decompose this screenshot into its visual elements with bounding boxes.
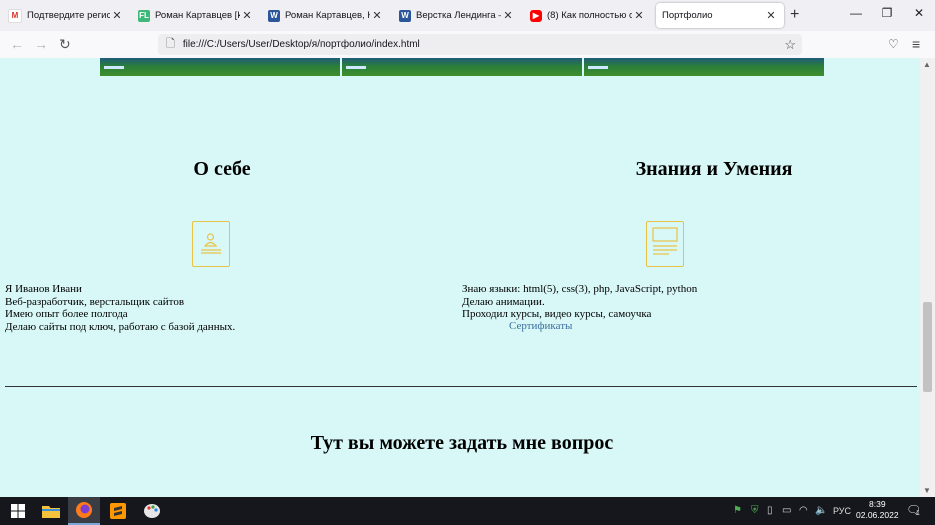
close-tab-icon[interactable]: ✕ — [240, 9, 254, 22]
shield-icon[interactable]: ⛨ — [751, 505, 759, 516]
tab-strip: M Подтвердите регистрацию ✕ FL Роман Кар… — [0, 0, 935, 31]
tab-word-2[interactable]: W Верстка Лендинга — Фр ✕ — [393, 3, 521, 28]
firefox-icon — [76, 502, 92, 518]
tab-title: (8) Как полностью скача — [547, 10, 632, 21]
device-icon[interactable]: ▯ — [767, 505, 773, 516]
palette-icon — [144, 504, 160, 518]
profile-card-icon — [192, 221, 230, 267]
restore-icon[interactable]: ❐ — [877, 6, 897, 20]
skills-text: Знаю языки: html(5), css(3), php, JavaSc… — [462, 283, 697, 321]
tab-fl[interactable]: FL Роман Картавцев [krd56] ✕ — [132, 3, 260, 28]
url-bar[interactable]: 🗋 file:///C:/Users/User/Desktop/я/портфо… — [158, 34, 802, 55]
page-content: О себе Я Иванов Ивани Веб-разработчик, в… — [0, 58, 920, 497]
battery-icon[interactable]: ▭ — [782, 505, 791, 516]
scroll-thumb[interactable] — [923, 302, 932, 392]
menu-icon[interactable]: ≡ — [912, 36, 920, 52]
about-line: Я Иванов Ивани — [5, 283, 82, 295]
word-icon: W — [268, 9, 280, 22]
about-line: Делаю сайты под ключ, работаю с базой да… — [5, 320, 236, 333]
about-title: О себе — [193, 158, 251, 180]
gmail-icon: M — [8, 8, 22, 23]
close-tab-icon[interactable]: ✕ — [632, 9, 646, 22]
windows-icon — [11, 504, 25, 518]
pocket-icon[interactable]: ♡ — [888, 37, 899, 51]
portfolio-thumbnail[interactable] — [342, 58, 582, 76]
wifi-icon[interactable]: ◠ — [799, 505, 808, 516]
tab-gmail[interactable]: M Подтвердите регистрацию ✕ — [2, 3, 130, 28]
notification-count: 1 — [916, 510, 920, 517]
back-icon[interactable]: ← — [10, 36, 24, 52]
clock-date: 02.06.2022 — [856, 510, 899, 520]
question-title: Тут вы можете задать мне вопрос — [310, 432, 614, 454]
reload-icon[interactable]: ↻ — [59, 36, 71, 53]
portfolio-thumbnail[interactable] — [584, 58, 824, 76]
bookmark-star-icon[interactable]: ☆ — [784, 37, 796, 53]
certificates-link[interactable]: Сертификаты — [509, 320, 572, 332]
document-card-icon — [646, 221, 684, 267]
language-indicator[interactable]: РУС — [833, 506, 851, 516]
close-tab-icon[interactable]: ✕ — [370, 9, 384, 22]
minimize-icon[interactable]: — — [846, 6, 866, 20]
file-icon: 🗋 — [166, 38, 175, 50]
sublime-text-button[interactable] — [102, 497, 134, 525]
skills-title: Знания и Умения — [635, 158, 793, 180]
tab-title: Подтвердите регистрацию — [27, 10, 110, 21]
file-explorer-button[interactable] — [35, 497, 67, 525]
navigation-bar: ← → ↻ 🗋 file:///C:/Users/User/Desktop/я/… — [0, 31, 935, 59]
tab-title: Верстка Лендинга — Фр — [416, 10, 501, 21]
divider — [5, 386, 917, 387]
portfolio-thumbnail[interactable] — [100, 58, 340, 76]
skills-line: Знаю языки: html(5), css(3), php, JavaSc… — [462, 283, 698, 295]
flag-icon[interactable]: ⚑ — [733, 505, 742, 516]
paint-app-button[interactable] — [136, 497, 168, 525]
scroll-up-icon[interactable]: ▲ — [923, 60, 931, 69]
tab-title: Роман Картавцев [krd56] — [155, 10, 240, 21]
scroll-down-icon[interactable]: ▼ — [923, 486, 931, 495]
youtube-icon: ▶ — [530, 9, 542, 22]
clock[interactable]: 8:39 02.06.2022 — [856, 499, 899, 521]
folder-icon — [42, 506, 60, 518]
start-button[interactable] — [2, 497, 34, 525]
volume-icon[interactable]: 🔈 — [815, 505, 827, 516]
fl-icon: FL — [138, 9, 150, 22]
skills-line: Делаю анимации. — [462, 295, 545, 308]
scrollbar[interactable]: ▲ ▼ — [920, 58, 935, 497]
about-line: Имею опыт более полгода — [5, 308, 128, 320]
forward-icon[interactable]: → — [34, 36, 48, 52]
sublime-text-icon — [110, 503, 126, 519]
clock-time: 8:39 — [869, 499, 886, 509]
close-tab-icon[interactable]: ✕ — [501, 9, 515, 22]
tab-portfolio[interactable]: Портфолио ✕ — [656, 3, 784, 28]
skills-line: Проходил курсы, видео курсы, самоучка — [462, 308, 652, 320]
about-line: Веб-разработчик, верстальщик сайтов — [5, 295, 185, 308]
taskbar: ⚑ ⛨ ▯ ▭ ◠ 🔈 РУС 8:39 02.06.2022 🗨 1 — [0, 497, 935, 525]
about-text: Я Иванов Ивани Веб-разработчик, версталь… — [5, 283, 235, 333]
url-text[interactable]: file:///C:/Users/User/Desktop/я/портфоли… — [183, 39, 420, 50]
tab-title: Портфолио — [662, 10, 713, 21]
firefox-button[interactable] — [68, 497, 100, 525]
close-tab-icon[interactable]: ✕ — [764, 9, 778, 22]
new-tab-icon[interactable]: + — [790, 6, 799, 24]
close-window-icon[interactable]: ✕ — [909, 6, 929, 20]
tab-youtube[interactable]: ▶ (8) Как полностью скача ✕ — [524, 3, 652, 28]
tab-title: Роман Картавцев, КАРТА — [285, 10, 370, 21]
close-tab-icon[interactable]: ✕ — [110, 9, 124, 22]
tab-word-1[interactable]: W Роман Картавцев, КАРТА ✕ — [262, 3, 390, 28]
word-icon: W — [399, 9, 411, 22]
